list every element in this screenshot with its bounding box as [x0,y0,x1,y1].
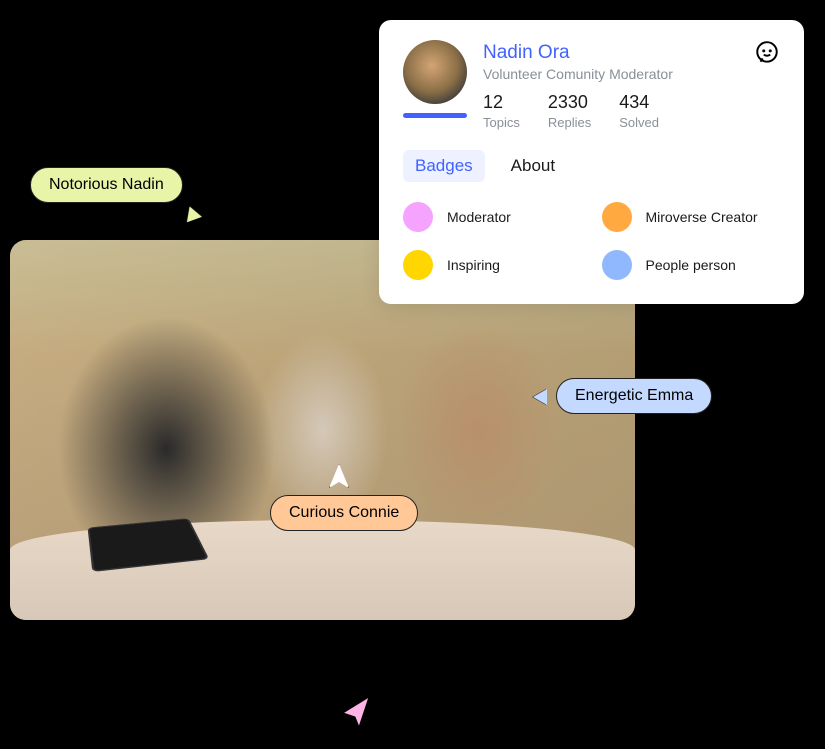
cursor-tag-nadin[interactable]: Notorious Nadin [30,167,183,203]
cursor-tag-emma[interactable]: Energetic Emma [556,378,712,414]
stat-solved-label: Solved [619,115,659,130]
profile-stats: 12 Topics 2330 Replies 434 Solved [483,92,673,130]
stat-solved-value: 434 [619,92,659,113]
cursor-icon [341,695,371,729]
badge-dot-miroverse [602,202,632,232]
stat-topics[interactable]: 12 Topics [483,92,520,130]
profile-role: Volunteer Comunity Moderator [483,66,673,82]
stat-solved[interactable]: 434 Solved [619,92,659,130]
badge-label-moderator: Moderator [447,209,511,225]
stat-replies[interactable]: 2330 Replies [548,92,591,130]
stat-replies-value: 2330 [548,92,591,113]
profile-info: Nadin Ora Volunteer Comunity Moderator 1… [483,40,673,130]
badge-dot-moderator [403,202,433,232]
stat-topics-label: Topics [483,115,520,130]
profile-tabs: Badges About [403,150,780,182]
badge-label-miroverse: Miroverse Creator [646,209,758,225]
badge-label-inspiring: Inspiring [447,257,500,273]
badge-label-people: People person [646,257,736,273]
badge-people[interactable]: People person [602,250,781,280]
avatar-indicator [403,113,467,118]
profile-header: Nadin Ora Volunteer Comunity Moderator 1… [403,40,780,130]
avatar[interactable] [403,40,467,104]
stat-topics-value: 12 [483,92,520,113]
badges-grid: Moderator Miroverse Creator Inspiring Pe… [403,202,780,280]
badge-dot-people [602,250,632,280]
profile-name[interactable]: Nadin Ora [483,42,673,64]
badge-moderator[interactable]: Moderator [403,202,582,232]
badge-inspiring[interactable]: Inspiring [403,250,582,280]
profile-card: Nadin Ora Volunteer Comunity Moderator 1… [379,20,804,304]
badge-miroverse[interactable]: Miroverse Creator [602,202,781,232]
cursor-tag-connie[interactable]: Curious Connie [270,495,418,531]
chat-icon[interactable] [754,40,780,66]
stat-replies-label: Replies [548,115,591,130]
tab-about[interactable]: About [499,150,567,182]
tab-badges[interactable]: Badges [403,150,485,182]
badge-dot-inspiring [403,250,433,280]
